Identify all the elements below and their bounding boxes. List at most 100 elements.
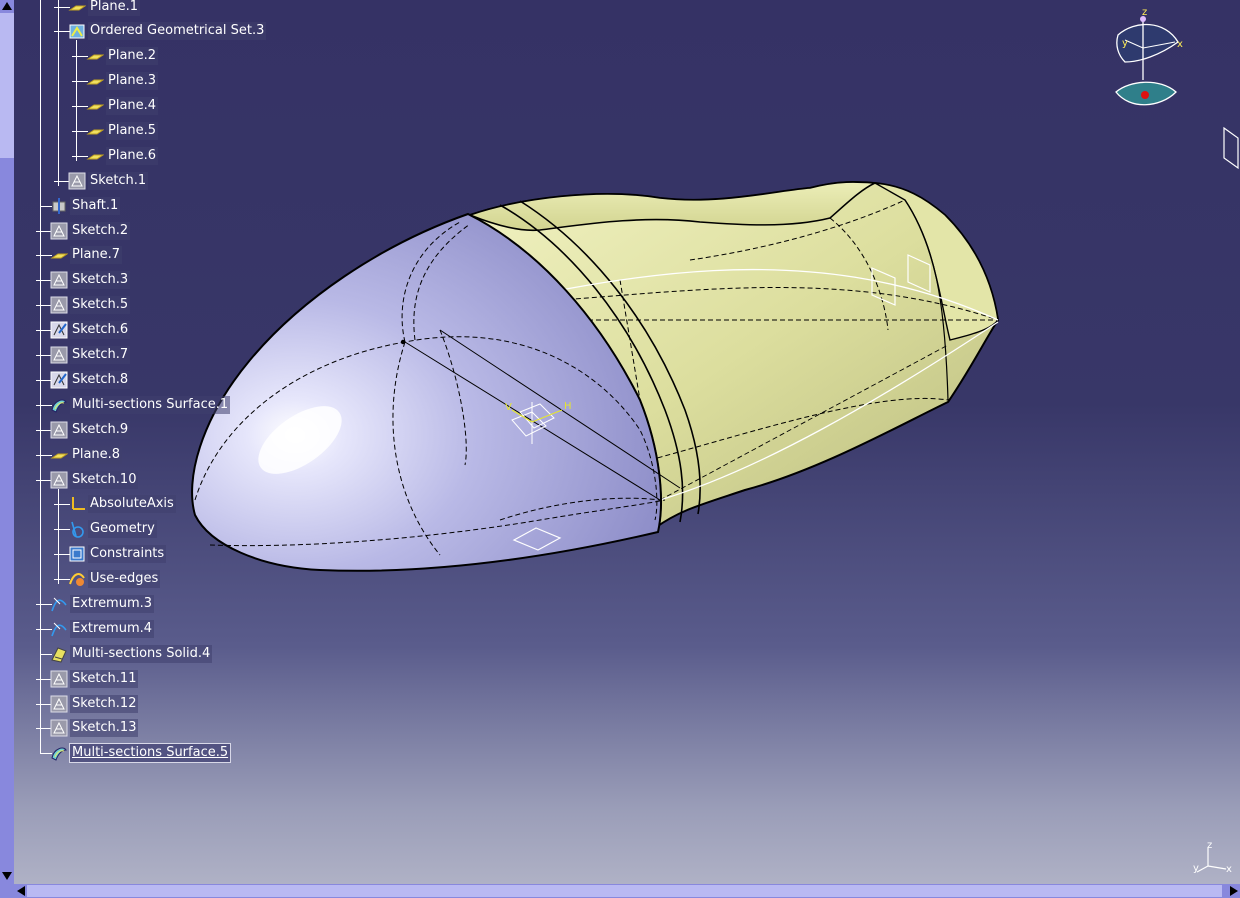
tree-node[interactable]: Plane.4	[0, 96, 300, 116]
expand-plus-icon[interactable]	[36, 401, 45, 410]
tree-node[interactable]: Sketch.3	[0, 270, 300, 290]
expand-plus-icon[interactable]	[36, 724, 45, 733]
tree-node-label[interactable]: Sketch.8	[70, 371, 131, 389]
expand-plus-icon[interactable]	[72, 102, 81, 111]
tree-node-label[interactable]: Sketch.9	[70, 421, 131, 439]
tree-node[interactable]: Sketch.12	[0, 694, 300, 714]
expand-plus-icon[interactable]	[36, 600, 45, 609]
expand-plus-icon[interactable]	[54, 550, 63, 559]
expand-plus-icon[interactable]	[72, 152, 81, 161]
tree-node-label[interactable]: Plane.8	[70, 446, 123, 464]
tree-node-label[interactable]: Plane.6	[106, 147, 159, 165]
horizontal-scrollbar[interactable]	[0, 884, 1240, 898]
expand-plus-icon[interactable]	[36, 451, 45, 460]
tree-node[interactable]: Sketch.5	[0, 295, 300, 315]
tree-node[interactable]: Multi-sections Solid.4	[0, 644, 300, 664]
expand-plus-icon[interactable]	[72, 77, 81, 86]
tree-node[interactable]: Sketch.13	[0, 718, 300, 738]
expand-plus-icon[interactable]	[54, 575, 63, 584]
tree-node[interactable]: Sketch.11	[0, 669, 300, 689]
tree-node-label[interactable]: Sketch.7	[70, 346, 131, 364]
tree-node-label[interactable]: Shaft.1	[70, 197, 121, 215]
scroll-left-arrow-icon[interactable]	[17, 886, 25, 896]
scroll-right-arrow-icon[interactable]	[1230, 886, 1238, 896]
vertical-scroll-thumb[interactable]	[0, 13, 14, 158]
tree-node-label[interactable]: Multi-sections Surface.5	[68, 743, 232, 763]
tree-node-label[interactable]: Extremum.4	[70, 620, 155, 638]
tree-node[interactable]: Multi-sections Surface.1	[0, 395, 300, 415]
tree-node-label[interactable]: Geometry	[88, 520, 157, 538]
expand-plus-icon[interactable]	[36, 276, 45, 285]
tree-node[interactable]: Plane.6	[0, 146, 300, 166]
expand-plus-icon[interactable]	[36, 376, 45, 385]
horizontal-scroll-thumb[interactable]	[27, 885, 1222, 897]
tree-node-label[interactable]: Sketch.1	[88, 172, 149, 190]
expand-plus-icon[interactable]	[54, 500, 63, 509]
tree-node-label[interactable]: Ordered Geometrical Set.3	[88, 22, 267, 40]
expand-plus-icon[interactable]	[72, 52, 81, 61]
tree-node[interactable]: Plane.8	[0, 445, 300, 465]
expand-plus-icon[interactable]	[36, 301, 45, 310]
tree-node[interactable]: Plane.2	[0, 46, 300, 66]
expand-plus-icon[interactable]	[36, 426, 45, 435]
compass-widget[interactable]: z y x	[1115, 7, 1183, 106]
expand-plus-icon[interactable]	[36, 675, 45, 684]
scroll-up-arrow-icon[interactable]	[2, 2, 12, 10]
tree-node[interactable]: Sketch.10	[0, 470, 300, 490]
tree-node[interactable]: Sketch.6	[0, 320, 300, 340]
tree-node[interactable]: Plane.5	[0, 121, 300, 141]
tree-node[interactable]: Sketch.2	[0, 221, 300, 241]
tree-node-label[interactable]: Sketch.12	[70, 695, 139, 713]
tree-node[interactable]: Extremum.4	[0, 619, 300, 639]
tree-node-label[interactable]: Use-edges	[88, 570, 161, 588]
expand-plus-icon[interactable]	[36, 227, 45, 236]
tree-node[interactable]: Shaft.1	[0, 196, 300, 216]
expand-plus-icon[interactable]	[36, 351, 45, 360]
tree-node-label[interactable]: Plane.7	[70, 246, 123, 264]
tree-node[interactable]: Sketch.1	[0, 171, 300, 191]
expand-plus-icon[interactable]	[36, 700, 45, 709]
tree-node-label[interactable]: Plane.2	[106, 47, 159, 65]
tree-node-label[interactable]: Sketch.5	[70, 296, 131, 314]
tree-node-label[interactable]: Sketch.3	[70, 271, 131, 289]
tree-node[interactable]: Sketch.7	[0, 345, 300, 365]
tree-node-label[interactable]: Sketch.10	[70, 471, 139, 489]
tree-node-label[interactable]: Plane.1	[88, 0, 141, 16]
tree-node[interactable]: Constraints	[0, 544, 300, 564]
tree-node[interactable]: Plane.1	[0, 0, 300, 17]
expand-plus-icon[interactable]	[36, 625, 45, 634]
specification-tree[interactable]: Plane.1 Ordered Geometrical Set.3 Plane.2 P…	[0, 0, 300, 890]
tree-node[interactable]: Geometry	[0, 519, 300, 539]
tree-node[interactable]: Sketch.9	[0, 420, 300, 440]
expand-plus-icon[interactable]	[36, 251, 45, 260]
tree-node[interactable]: Plane.7	[0, 245, 300, 265]
tree-node-label[interactable]: Extremum.3	[70, 595, 155, 613]
tree-node-label[interactable]: Plane.3	[106, 72, 159, 90]
tree-node-label[interactable]: AbsoluteAxis	[88, 495, 176, 513]
tree-node-label[interactable]: Multi-sections Solid.4	[70, 645, 213, 663]
expand-plus-icon[interactable]	[54, 177, 63, 186]
tree-node[interactable]: Extremum.3	[0, 594, 300, 614]
scroll-down-arrow-icon[interactable]	[2, 872, 12, 880]
tree-node[interactable]: Ordered Geometrical Set.3	[0, 21, 300, 41]
tree-node-label[interactable]: Sketch.2	[70, 222, 131, 240]
expand-plus-icon[interactable]	[54, 525, 63, 534]
tree-node[interactable]: Sketch.8	[0, 370, 300, 390]
collapse-minus-icon[interactable]	[54, 27, 63, 36]
tree-node-label[interactable]: Sketch.11	[70, 670, 139, 688]
tree-node[interactable]: Plane.3	[0, 71, 300, 91]
tree-node-label[interactable]: Multi-sections Surface.1	[70, 396, 231, 414]
expand-plus-icon[interactable]	[72, 127, 81, 136]
tree-node[interactable]: Use-edges	[0, 569, 300, 589]
tree-node-label[interactable]: Plane.4	[106, 97, 159, 115]
vertical-scrollbar[interactable]	[0, 0, 14, 884]
tree-node-label[interactable]: Sketch.6	[70, 321, 131, 339]
tree-node-label[interactable]: Sketch.13	[70, 719, 139, 737]
collapse-minus-icon[interactable]	[36, 476, 45, 485]
tree-node[interactable]: Multi-sections Surface.5	[0, 743, 300, 763]
expand-plus-icon[interactable]	[54, 3, 63, 12]
expand-plus-icon[interactable]	[36, 326, 45, 335]
tree-node-label[interactable]: Plane.5	[106, 122, 159, 140]
tree-node[interactable]: AbsoluteAxis	[0, 494, 300, 514]
tree-node-label[interactable]: Constraints	[88, 545, 167, 563]
